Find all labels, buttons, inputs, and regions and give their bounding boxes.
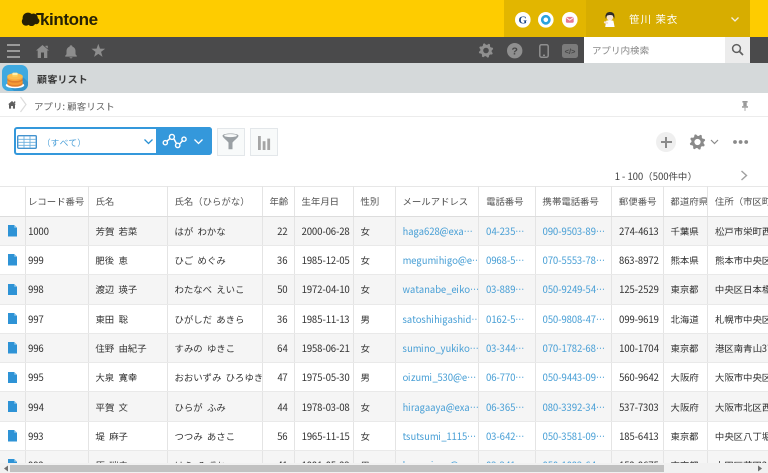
svg-text:G: G: [519, 14, 528, 26]
svg-text:?: ?: [511, 45, 517, 57]
svg-text:</>: </>: [564, 47, 575, 56]
